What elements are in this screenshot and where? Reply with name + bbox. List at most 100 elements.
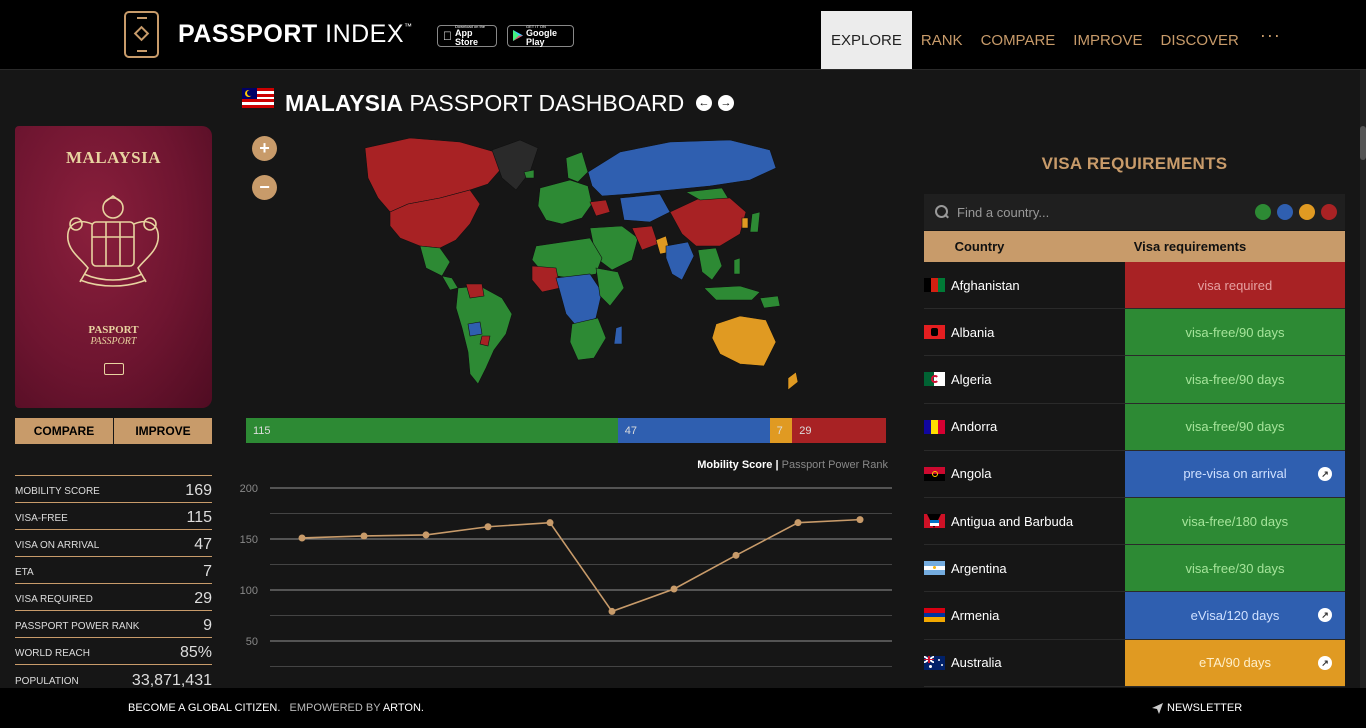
data-point (422, 531, 430, 539)
external-link-icon[interactable]: ↗ (1318, 608, 1332, 623)
arton-link[interactable]: ARTON. (383, 702, 424, 714)
map-region-europe (537, 179, 593, 225)
visa-requirement-cell[interactable]: visa-free/90 days (1125, 403, 1345, 450)
data-point (360, 532, 368, 540)
visa-requirement-cell[interactable]: visa required (1125, 262, 1345, 309)
chart-legend: Mobility Score | Passport Power Rank (697, 459, 888, 471)
table-row[interactable]: Angola pre-visa on arrival ↗ (924, 450, 1345, 498)
more-menu-icon[interactable]: ··· (1248, 11, 1295, 69)
nav-rank[interactable]: RANK (912, 11, 972, 69)
visa-requirement-cell[interactable]: visa-free/90 days (1125, 356, 1345, 403)
mobility-score-chart: 200 150 100 50 (240, 483, 892, 667)
table-row[interactable]: Algeria visa-free/90 days (924, 356, 1345, 404)
visa-requirement-cell[interactable]: pre-visa on arrival ↗ (1125, 450, 1345, 497)
biometric-chip-icon (104, 363, 124, 375)
filter-visa-free-dot[interactable] (1255, 204, 1271, 220)
top-header: PASSPORT INDEX™  Download on theApp Sto… (0, 0, 1366, 70)
page-scrollbar[interactable] (1360, 70, 1366, 700)
site-logo[interactable]: PASSPORT INDEX™ (178, 20, 413, 49)
newsletter-link[interactable]: NEWSLETTER (1152, 702, 1242, 714)
map-region-southern-africa (569, 317, 607, 361)
map-region-scandinavia (565, 151, 589, 183)
compare-button[interactable]: COMPARE (15, 418, 113, 444)
map-region-china (669, 197, 747, 247)
nav-discover[interactable]: DISCOVER (1151, 11, 1247, 69)
search-icon (935, 205, 949, 219)
nav-compare[interactable]: COMPARE (972, 11, 1065, 69)
visa-table-body: Afghanistan visa required Albania visa-f… (924, 262, 1345, 688)
armenia-flag-icon (924, 608, 945, 623)
legend-mobility-score[interactable]: Mobility Score (697, 459, 772, 471)
nav-improve[interactable]: IMPROVE (1064, 11, 1151, 69)
world-map[interactable] (320, 128, 815, 400)
map-region-indonesia (703, 285, 761, 301)
col-visa-requirements[interactable]: Visa requirements (1035, 231, 1345, 262)
visa-requirement-cell[interactable]: visa-free/90 days (1125, 309, 1345, 356)
table-row[interactable]: Australia eTA/90 days ↗ (924, 639, 1345, 687)
data-point (856, 516, 864, 524)
zoom-in-button[interactable]: + (252, 136, 277, 161)
map-region-japan (749, 211, 761, 233)
stat-power-rank: PASSPORT POWER RANK 9 (15, 611, 212, 638)
col-country[interactable]: Country (924, 231, 1035, 262)
arrow-right-icon[interactable]: → (718, 95, 734, 111)
scrollbar-thumb[interactable] (1360, 126, 1366, 160)
legend-power-rank[interactable]: Passport Power Rank (782, 459, 888, 471)
main-nav: EXPLORE RANK COMPARE IMPROVE DISCOVER ··… (821, 11, 1295, 69)
filter-visa-required-dot[interactable] (1321, 204, 1337, 220)
data-point (794, 519, 802, 527)
external-link-icon[interactable]: ↗ (1318, 466, 1332, 481)
stat-visa-on-arrival: VISA ON ARRIVAL 47 (15, 530, 212, 557)
stat-visa-required: VISA REQUIRED 29 (15, 584, 212, 611)
distribution-segment[interactable]: 29 (792, 418, 886, 443)
visa-requirement-cell[interactable]: visa-free/30 days (1125, 545, 1345, 592)
arrow-left-icon[interactable]: ← (696, 95, 712, 111)
y-tick-label: 200 (240, 483, 258, 495)
visa-table-header: Country Visa requirements (924, 231, 1345, 262)
zoom-out-button[interactable]: − (252, 175, 277, 200)
stat-eta: ETA 7 (15, 557, 212, 584)
filter-visa-on-arrival-dot[interactable] (1277, 204, 1293, 220)
improve-button[interactable]: IMPROVE (113, 418, 212, 444)
paper-plane-icon (1152, 702, 1163, 714)
table-row[interactable]: Albania visa-free/90 days (924, 309, 1345, 357)
footer: BECOME A GLOBAL CITIZEN. EMPOWERED BY AR… (0, 688, 1366, 728)
app-store-button[interactable]:  Download on theApp Store (437, 25, 497, 47)
table-row[interactable]: Armenia eVisa/120 days ↗ (924, 592, 1345, 640)
y-tick-label: 50 (246, 636, 258, 648)
angola-flag-icon (924, 466, 945, 481)
visa-requirement-cell[interactable]: eVisa/120 days ↗ (1125, 592, 1345, 639)
table-row[interactable]: Andorra visa-free/90 days (924, 403, 1345, 451)
table-row[interactable]: Argentina visa-free/30 days (924, 545, 1345, 593)
map-region-paraguay (479, 335, 491, 347)
passport-logo-icon[interactable] (124, 11, 159, 58)
filter-eta-dot[interactable] (1299, 204, 1315, 220)
nav-explore[interactable]: EXPLORE (821, 11, 912, 69)
data-point (608, 607, 616, 615)
distribution-segment[interactable]: 7 (769, 418, 793, 443)
passport-actions: COMPARE IMPROVE (15, 418, 212, 444)
apple-icon:  (443, 30, 452, 42)
external-link-icon[interactable]: ↗ (1318, 655, 1332, 670)
malaysia-flag-icon (242, 88, 274, 108)
map-region-russia (587, 139, 777, 197)
table-row[interactable]: Antigua and Barbuda visa-free/180 days (924, 497, 1345, 546)
distribution-segment[interactable]: 47 (617, 418, 770, 443)
google-play-button[interactable]: GET IT ON Google Play (507, 25, 574, 47)
data-point (298, 534, 306, 542)
coat-of-arms-icon (67, 195, 159, 287)
map-region-bolivia (467, 321, 483, 337)
distribution-segment[interactable]: 115 (246, 418, 618, 443)
page-title: MALAYSIA PASSPORT DASHBOARD (285, 90, 685, 116)
map-region-australia (711, 315, 777, 367)
map-region-ukraine (589, 199, 611, 217)
visa-requirement-cell[interactable]: visa-free/180 days (1125, 497, 1345, 545)
visa-requirement-cell[interactable]: eTA/90 days ↗ (1125, 639, 1345, 686)
antigua-and-barbuda-flag-icon (924, 514, 945, 529)
table-row[interactable]: Afghanistan visa required (924, 262, 1345, 310)
country-search-input[interactable] (957, 204, 1247, 220)
y-tick-label: 100 (240, 585, 258, 597)
algeria-flag-icon (924, 372, 945, 387)
visa-distribution-bar: 115 47 7 29 (246, 418, 886, 443)
stat-visa-free: VISA-FREE 115 (15, 503, 212, 530)
